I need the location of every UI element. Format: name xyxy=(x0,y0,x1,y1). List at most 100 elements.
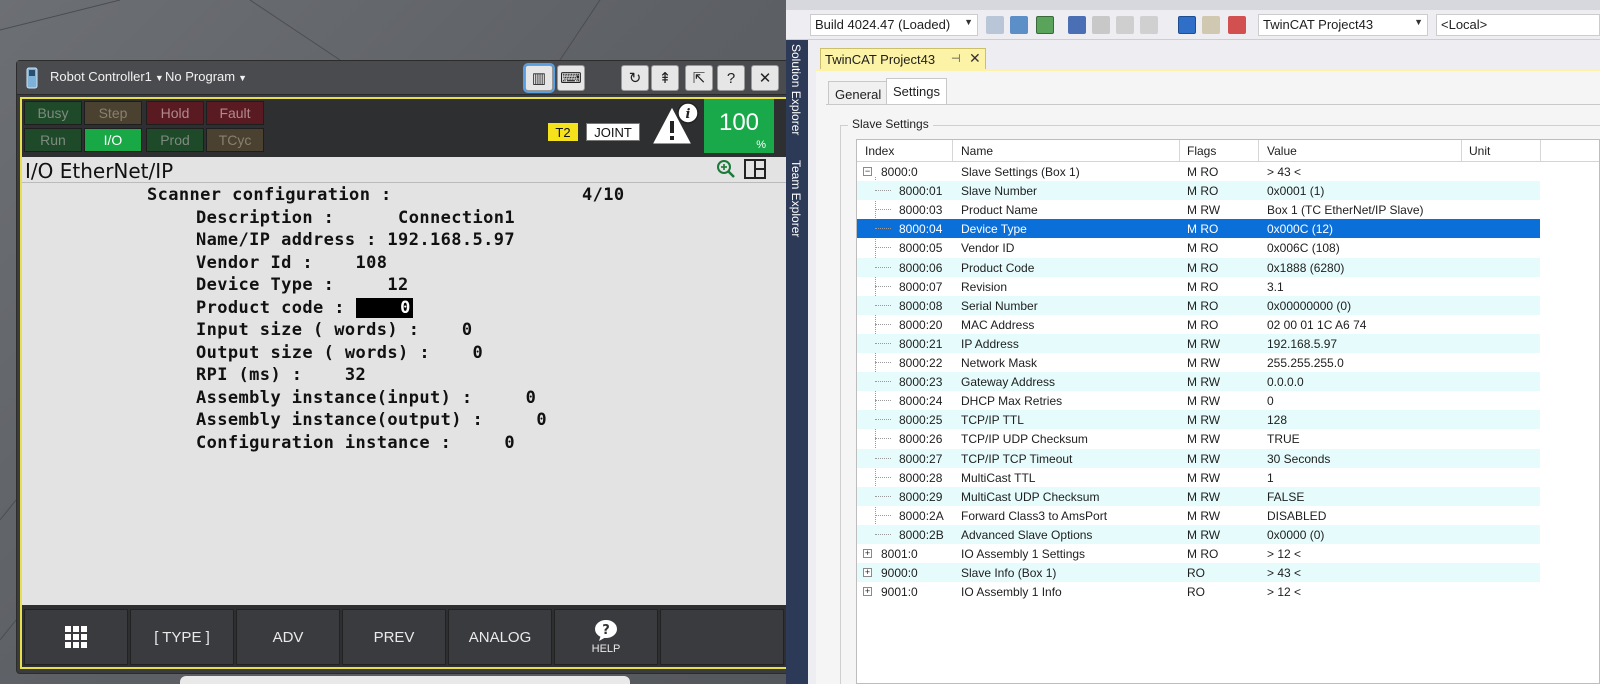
table-row[interactable]: 8000:20 MAC Address M RO 02 00 01 1C A6 74 xyxy=(857,315,1540,334)
table-row[interactable]: 8000:2A Forward Class3 to AmsPort M RW DISA… xyxy=(857,506,1540,525)
f2-adv-key[interactable]: ADV xyxy=(236,609,340,665)
pendant-view-button[interactable]: ▥ xyxy=(523,63,555,93)
product-code-line[interactable]: Product code : 0 xyxy=(196,298,413,318)
col-divider[interactable] xyxy=(1461,140,1462,162)
table-row[interactable]: 8000:01 Slave Number M RO 0x0001 (1) xyxy=(857,181,1540,201)
table-row[interactable]: +8001:0 IO Assembly 1 Settings M RO > 12 < xyxy=(857,544,1540,563)
collapse-icon[interactable]: − xyxy=(863,167,872,176)
cell-name: Product Name xyxy=(961,203,1038,218)
assembly-output-line[interactable]: Assembly instance(output) : 0 xyxy=(196,410,547,430)
solution-explorer-tab[interactable]: Solution Explorer xyxy=(789,44,803,135)
table-row[interactable]: +9000:0 Slave Info (Box 1) RO > 43 < xyxy=(857,563,1540,583)
col-divider[interactable] xyxy=(1179,140,1180,162)
expand-icon[interactable]: + xyxy=(863,568,872,578)
col-divider[interactable] xyxy=(952,140,953,162)
table-row[interactable]: 8000:28 MultiCast TTL M RW 1 xyxy=(857,468,1540,487)
pin-icon[interactable]: ⊣ xyxy=(951,52,961,65)
jog-button[interactable]: ⇞ xyxy=(651,65,679,91)
scan-icon[interactable] xyxy=(1140,16,1158,34)
table-row[interactable]: 8000:22 Network Mask M RW 255.255.255.0 xyxy=(857,353,1540,372)
help-bubble-icon: ? xyxy=(595,620,617,641)
col-unit[interactable]: Unit xyxy=(1469,144,1490,158)
f4-analog-key[interactable]: ANALOG xyxy=(448,609,552,665)
table-row[interactable]: 8000:24 DHCP Max Retries M RW 0 xyxy=(857,391,1540,410)
cell-name: Product Code xyxy=(961,260,1035,275)
cell-flags: M RW xyxy=(1187,508,1221,523)
table-row[interactable]: 8000:04 Device Type M RO 0x000C (12) xyxy=(857,219,1540,239)
table-row[interactable]: +9001:0 IO Assembly 1 Info RO > 12 < xyxy=(857,582,1540,601)
col-name[interactable]: Name xyxy=(961,144,993,158)
toggle-mode-icon[interactable] xyxy=(1116,16,1134,34)
col-divider[interactable] xyxy=(1540,140,1541,162)
disable-icon[interactable] xyxy=(1228,16,1246,34)
expand-icon[interactable]: + xyxy=(863,549,872,558)
vendor-id-line[interactable]: Vendor Id : 108 xyxy=(196,253,387,273)
cell-flags: M RW xyxy=(1187,489,1221,504)
keyboard-button[interactable]: ⌨ xyxy=(557,65,585,91)
gear-icon[interactable] xyxy=(1202,16,1220,34)
table-row[interactable]: 8000:23 Gateway Address M RW 0.0.0.0 xyxy=(857,372,1540,392)
project-combo[interactable]: TwinCAT Project43 ▼ xyxy=(1258,14,1428,36)
restart-config-icon[interactable] xyxy=(1068,16,1086,34)
sort-icon[interactable] xyxy=(986,16,1004,34)
tab-general[interactable]: General xyxy=(828,81,889,105)
table-row[interactable]: 8000:03 Product Name M RW Box 1 (TC EtherNe… xyxy=(857,200,1540,219)
f6-empty-key[interactable] xyxy=(660,609,784,665)
document-tab[interactable]: TwinCAT Project43 ⊣ ✕ xyxy=(820,48,986,70)
cell-index: 8000:21 xyxy=(899,336,943,351)
team-explorer-tab[interactable]: Team Explorer xyxy=(789,160,803,237)
help-button[interactable]: ? xyxy=(717,65,745,91)
controller-dropdown[interactable]: Robot Controller1 ▼ xyxy=(50,69,164,84)
override-indicator[interactable]: 100 % xyxy=(704,99,774,153)
table-row[interactable]: 8000:06 Product Code M RO 0x1888 (6280) xyxy=(857,257,1540,277)
menu-key[interactable] xyxy=(24,609,128,665)
input-size-line[interactable]: Input size ( words) : 0 xyxy=(196,320,473,340)
cell-flags: M RO xyxy=(1187,165,1219,179)
rpi-line[interactable]: RPI (ms) : 32 xyxy=(196,365,366,385)
cell-flags: M RO xyxy=(1187,279,1219,294)
f1-type-key[interactable]: [ TYPE ] xyxy=(130,609,234,665)
split-screen-icon[interactable] xyxy=(744,159,766,179)
refresh-button[interactable]: ↻ xyxy=(621,65,649,91)
build-config-combo[interactable]: Build 4024.47 (Loaded) ▼ xyxy=(810,14,978,36)
cell-index: 8000:06 xyxy=(899,260,943,275)
device-type-line[interactable]: Device Type : 12 xyxy=(196,275,409,295)
table-row[interactable]: 8000:08 Serial Number M RO 0x00000000 (0) xyxy=(857,295,1540,315)
table-row[interactable]: 8000:2B Advanced Slave Options M RW 0x0000 … xyxy=(857,524,1540,544)
table-row[interactable]: 8000:25 TCP/IP TTL M RW 128 xyxy=(857,410,1540,430)
col-index[interactable]: Index xyxy=(865,144,894,158)
col-value[interactable]: Value xyxy=(1267,144,1297,158)
close-tab-icon[interactable]: ✕ xyxy=(969,50,981,67)
product-code-input[interactable]: 0 xyxy=(355,298,413,318)
table-row[interactable]: 8000:21 IP Address M RW 192.168.5.97 xyxy=(857,333,1540,353)
table-row[interactable]: 8000:07 Revision M RO 3.1 xyxy=(857,277,1540,296)
col-divider[interactable] xyxy=(1258,140,1259,162)
target-browser-icon[interactable] xyxy=(1178,16,1196,34)
table-row[interactable]: 8000:05 Vendor ID M RO 0x006C (108) xyxy=(857,238,1540,257)
description-line[interactable]: Description : Connection1 xyxy=(196,208,515,228)
table-row[interactable]: 8000:27 TCP/IP TCP Timeout M RW 30 Seconds xyxy=(857,448,1540,468)
assembly-input-line[interactable]: Assembly instance(input) : 0 xyxy=(196,388,536,408)
f5-help-key[interactable]: ? HELP xyxy=(554,609,658,665)
col-flags[interactable]: Flags xyxy=(1187,144,1216,158)
table-row[interactable]: 8000:26 TCP/IP UDP Checksum M RW TRUE xyxy=(857,429,1540,448)
config-instance-line[interactable]: Configuration instance : 0 xyxy=(196,433,515,453)
table-row[interactable]: −8000:0 Slave Settings (Box 1) M RO > 43 < xyxy=(857,162,1540,181)
warning-info-icon[interactable]: i xyxy=(650,101,702,147)
program-dropdown[interactable]: No Program ▼ xyxy=(165,69,247,84)
expand-icon[interactable]: + xyxy=(863,587,872,597)
led-prod: Prod xyxy=(146,128,204,152)
output-size-line[interactable]: Output size ( words) : 0 xyxy=(196,343,483,363)
activate-config-icon[interactable] xyxy=(1036,16,1054,34)
tab-settings[interactable]: Settings xyxy=(886,78,947,105)
reload-icon[interactable] xyxy=(1092,16,1110,34)
export-button[interactable]: ⇱ xyxy=(685,65,713,91)
close-button[interactable]: ✕ xyxy=(751,65,779,91)
zoom-in-icon[interactable] xyxy=(716,159,736,179)
table-row[interactable]: 8000:29 MultiCast UDP Checksum M RW FALSE xyxy=(857,486,1540,506)
name-ip-line[interactable]: Name/IP address : 192.168.5.97 xyxy=(196,230,515,250)
f3-prev-key[interactable]: PREV xyxy=(342,609,446,665)
cell-name: Forward Class3 to AmsPort xyxy=(961,508,1108,523)
config-tree-icon[interactable] xyxy=(1010,16,1028,34)
target-system-combo[interactable]: <Local> xyxy=(1436,14,1600,36)
